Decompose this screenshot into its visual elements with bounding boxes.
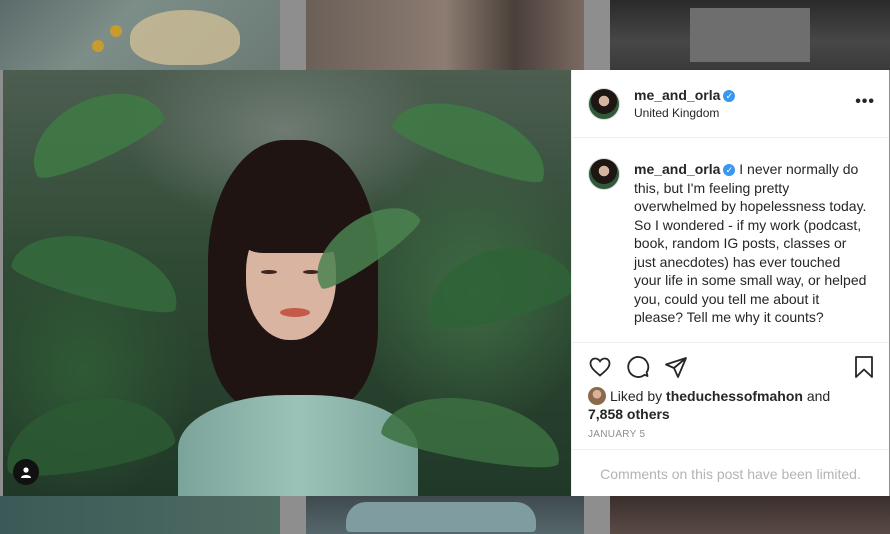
subject-lips [280,308,310,317]
avatar[interactable] [588,158,620,190]
likes-suffix: and [806,388,831,404]
header-username-row: me_and_orla ✓ [634,87,736,105]
caption-body: me_and_orla ✓ I never normally do this, b… [634,160,869,342]
post-header: me_and_orla ✓ United Kingdom ••• [572,70,889,138]
flower-detail [92,40,104,52]
caption-username-link[interactable]: me_and_orla [634,161,720,177]
user-tag-icon[interactable] [13,459,39,485]
avatar[interactable] [588,387,606,405]
grid-thumbnail[interactable] [306,496,584,534]
likes-count-link[interactable]: 7,858 others [588,406,670,422]
likes-prefix: Liked by [610,388,663,404]
more-options-icon[interactable]: ••• [855,93,875,111]
flower-detail [110,25,122,37]
actions-section: Liked by theduchessofmahon and 7,858 oth… [572,342,889,497]
likes-summary: Liked by theduchessofmahon and 7,858 oth… [588,387,878,423]
verified-badge-icon: ✓ [723,90,736,102]
fern-leaf [388,84,558,191]
post-date[interactable]: JANUARY 5 [588,429,645,440]
username-link[interactable]: me_and_orla [634,87,720,103]
caption-area: me_and_orla ✓ I never normally do this, b… [572,138,889,342]
bookmark-icon[interactable] [853,355,875,379]
subject-dress [178,395,418,496]
avatar[interactable] [588,88,620,120]
subject-eye [261,270,277,274]
grid-thumbnail[interactable] [0,0,280,70]
share-icon[interactable] [664,355,688,379]
post-sidebar: me_and_orla ✓ United Kingdom ••• me_and_o… [571,70,889,496]
fern-leaf [16,73,170,187]
grid-thumbnail[interactable] [610,496,890,534]
verified-badge-icon: ✓ [723,164,736,176]
post-photo[interactable] [3,70,571,496]
comment-icon[interactable] [626,355,650,379]
post-modal: me_and_orla ✓ United Kingdom ••• me_and_o… [3,70,889,496]
grid-thumbnail[interactable] [306,0,584,70]
location-link[interactable]: United Kingdom [634,106,719,120]
heart-icon[interactable] [588,355,612,379]
fern-leaf [416,231,571,339]
duck-image-detail [130,10,240,65]
grid-thumbnail[interactable] [610,0,890,70]
caption-text: I never normally do this, but I'm feelin… [634,161,867,325]
window-image-detail [690,8,810,62]
car-image-detail [346,502,536,532]
fern-leaf [8,219,188,321]
grid-thumbnail[interactable] [0,496,280,534]
liked-by-user-link[interactable]: theduchessofmahon [666,388,803,404]
comments-limited-notice: Comments on this post have been limited. [572,449,889,497]
